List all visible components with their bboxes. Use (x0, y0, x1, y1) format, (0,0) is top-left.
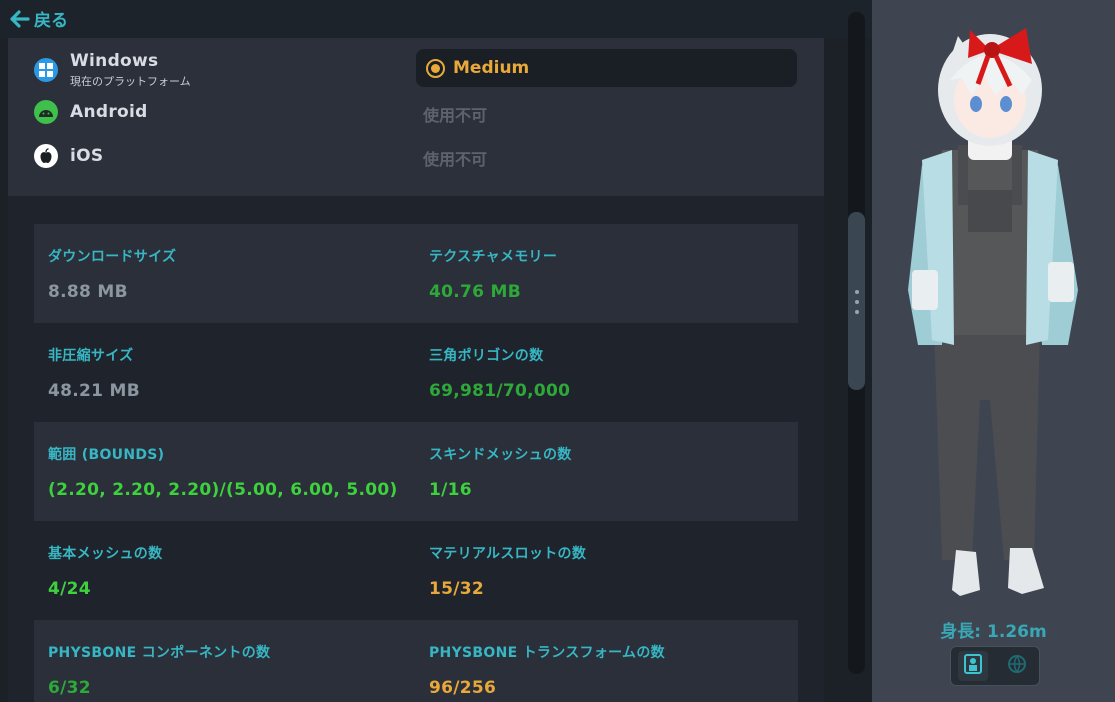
panel-drag-handle-icon[interactable] (853, 290, 861, 314)
stat-row: ダウンロードサイズ 8.88 MB テクスチャメモリー 40.76 MB (34, 224, 798, 323)
stat-label: 範囲 (BOUNDS) (48, 447, 165, 463)
stat-label: 非圧縮サイズ (48, 348, 134, 364)
stat-value: 69,981/70,000 (429, 381, 571, 401)
avatar-figure (908, 28, 1078, 596)
android-icon (34, 100, 58, 124)
platform-row-ios[interactable]: iOS (34, 144, 103, 168)
performance-rating-medium[interactable]: Medium (416, 49, 797, 87)
radio-selected-icon (426, 58, 445, 78)
stat-label: 三角ポリゴンの数 (429, 348, 544, 364)
stat-value: (2.20, 2.20, 2.20)/(5.00, 6.00, 5.00) (48, 480, 398, 500)
stat-row: 基本メッシュの数 4/24 マテリアルスロットの数 15/32 (34, 521, 798, 620)
stat-value: 1/16 (429, 480, 472, 500)
stat-row: 非圧縮サイズ 48.21 MB 三角ポリゴンの数 69,981/70,000 (34, 323, 798, 422)
stat-value: 96/256 (429, 678, 497, 698)
stat-value: 48.21 MB (48, 381, 140, 401)
stat-cell: PHYSBONE トランスフォームの数 96/256 (429, 642, 665, 698)
avatar-preview[interactable]: 身長: 1.26m (872, 0, 1115, 702)
stat-row: 範囲 (BOUNDS) (2.20, 2.20, 2.20)/(5.00, 6.… (34, 422, 798, 521)
platform-name: Android (70, 102, 148, 122)
top-bar: 戻る (0, 0, 872, 38)
stat-cell: ダウンロードサイズ 8.88 MB (48, 246, 176, 302)
avatar-view-icon (963, 653, 983, 679)
platform-name: Windows (70, 51, 159, 71)
windows-icon (34, 58, 58, 82)
back-label: 戻る (34, 11, 68, 31)
stat-label: マテリアルスロットの数 (429, 546, 587, 562)
stat-cell: 範囲 (BOUNDS) (2.20, 2.20, 2.20)/(5.00, 6.… (48, 444, 398, 500)
stat-cell: 基本メッシュの数 4/24 (48, 543, 162, 599)
stat-row: PHYSBONE コンポーネントの数 6/32 PHYSBONE トランスフォー… (34, 620, 798, 702)
platform-row-android[interactable]: Android (34, 100, 148, 124)
avatar-height-label: 身長: 1.26m (940, 622, 1047, 642)
avatar-view-button[interactable] (958, 651, 988, 681)
platform-row-windows[interactable]: Windows 現在のプラットフォーム (34, 51, 191, 89)
stat-cell: マテリアルスロットの数 15/32 (429, 543, 586, 599)
stat-value: 8.88 MB (48, 282, 128, 302)
apple-icon (34, 144, 58, 168)
back-button[interactable]: 戻る (10, 6, 68, 31)
stat-label: テクスチャメモリー (429, 249, 558, 265)
stat-label: 基本メッシュの数 (48, 546, 163, 562)
stat-label: ダウンロードサイズ (48, 249, 177, 265)
platform-name: iOS (70, 146, 104, 166)
scrollbar-track[interactable] (848, 12, 865, 674)
view-toggle (950, 646, 1040, 686)
stat-cell: テクスチャメモリー 40.76 MB (429, 246, 557, 302)
stat-value: 4/24 (48, 579, 91, 599)
stat-cell: 非圧縮サイズ 48.21 MB (48, 345, 140, 401)
stat-cell: スキンドメッシュの数 1/16 (429, 444, 572, 500)
arrow-left-icon (10, 9, 30, 28)
globe-view-button[interactable] (1002, 651, 1032, 681)
stats-panel: ダウンロードサイズ 8.88 MB テクスチャメモリー 40.76 MB 非圧縮… (8, 196, 824, 702)
stat-value: 40.76 MB (429, 282, 521, 302)
performance-rating-label: Medium (453, 58, 530, 78)
ios-status: 使用不可 (423, 150, 488, 169)
stat-label: スキンドメッシュの数 (429, 447, 572, 463)
stat-label: PHYSBONE コンポーネントの数 (48, 645, 271, 661)
stat-value: 15/32 (429, 579, 485, 599)
stat-label: PHYSBONE トランスフォームの数 (429, 645, 665, 661)
platform-subtitle: 現在のプラットフォーム (70, 75, 191, 88)
android-status: 使用不可 (423, 106, 488, 125)
globe-view-icon (1007, 654, 1027, 678)
platform-panel: Windows 現在のプラットフォーム Android iOS Medium 使… (8, 38, 824, 196)
stat-cell: PHYSBONE コンポーネントの数 6/32 (48, 642, 270, 698)
stat-cell: 三角ポリゴンの数 69,981/70,000 (429, 345, 570, 401)
stat-value: 6/32 (48, 678, 91, 698)
